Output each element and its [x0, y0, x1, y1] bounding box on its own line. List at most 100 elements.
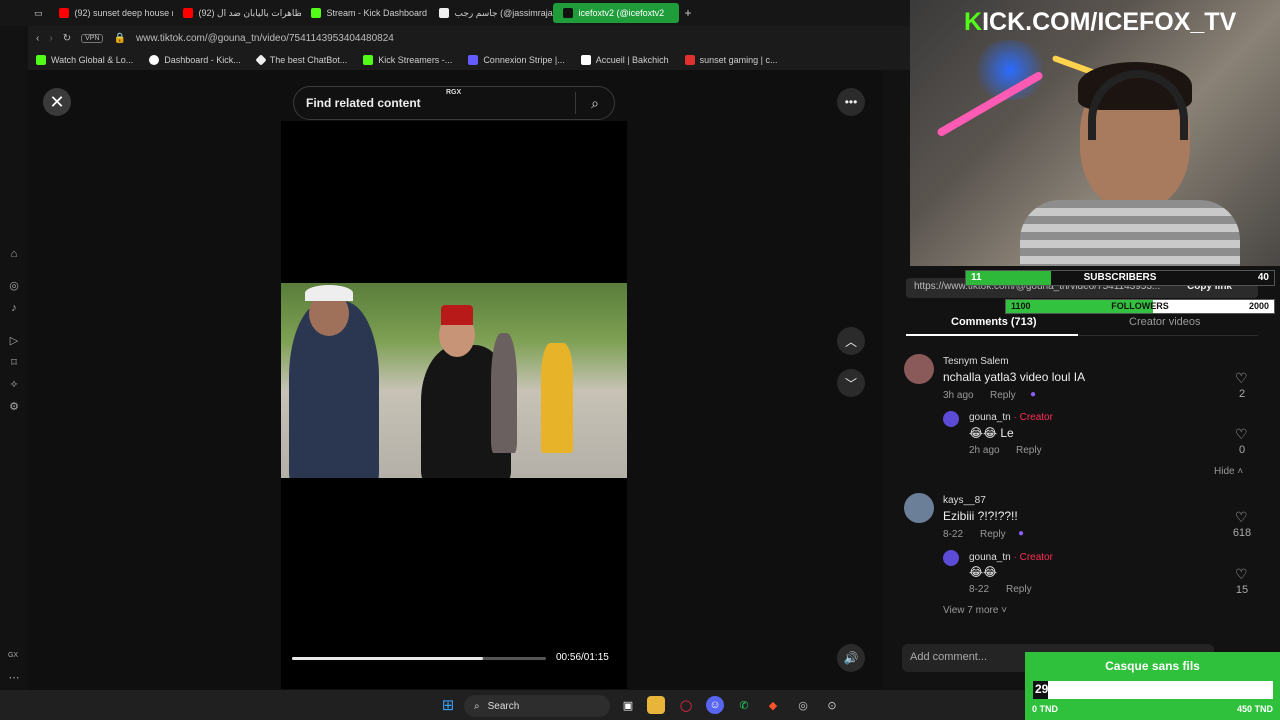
- search-icon: ⌕: [474, 700, 480, 712]
- heart-icon[interactable]: ♡: [1235, 509, 1248, 526]
- video-person-fez: [441, 305, 473, 325]
- rgx-badge: RGX: [446, 89, 462, 96]
- comment-author[interactable]: kays__87: [943, 495, 986, 506]
- comment-time: 3h ago: [943, 390, 974, 401]
- avatar[interactable]: [943, 550, 959, 566]
- pin-icon[interactable]: ⌑: [8, 357, 20, 369]
- player-icon[interactable]: ▷: [8, 335, 20, 347]
- subscribers-current: 11: [971, 272, 982, 283]
- bookmark-item[interactable]: Dashboard - Kick...: [149, 55, 241, 65]
- volume-button[interactable]: 🔊: [837, 644, 865, 672]
- followers-goal-bar: FOLLOWERS 1100 2000: [1005, 299, 1275, 314]
- discord-icon[interactable]: ☺: [706, 696, 724, 714]
- like-count: 2: [1238, 388, 1246, 400]
- browser-tab-5[interactable]: icefoxtv2 (@icefoxtv2: [552, 3, 679, 23]
- next-video-button[interactable]: ﹀: [837, 369, 865, 397]
- url-field[interactable]: www.tiktok.com/@gouna_tn/video/754114395…: [136, 33, 394, 44]
- taskbar-search[interactable]: ⌕ Search: [464, 695, 610, 717]
- comment-author[interactable]: Tesnym Salem: [943, 356, 1009, 367]
- bookmark-item[interactable]: sunset gaming | c...: [684, 55, 777, 65]
- aria-icon[interactable]: ⌂: [8, 248, 20, 260]
- view-more-button[interactable]: View 7 more ˅: [943, 605, 1007, 616]
- browser-sidebar: ◯ ⌂ ◎ ♪ ▷ ⌑ ✧ ⚙ GX ⋯: [0, 0, 28, 690]
- bookmark-item[interactable]: The best ChatBot...: [255, 54, 347, 66]
- browser-tab-2[interactable]: (92) مظاهرات باليابان ضد ال: [173, 3, 301, 23]
- search-input[interactable]: Find related content: [294, 96, 575, 110]
- back-icon[interactable]: ‹: [36, 33, 39, 44]
- youtube-icon: [182, 8, 193, 18]
- more-icon: •••: [844, 95, 858, 109]
- tiktok-icon: [562, 8, 573, 18]
- avatar[interactable]: [943, 411, 959, 427]
- video-frame[interactable]: [281, 283, 627, 478]
- extensions-icon[interactable]: ✧: [8, 379, 20, 391]
- comment-author[interactable]: gouna_tn · Creator: [969, 412, 1053, 423]
- chevron-down-icon: ˅: [1001, 605, 1008, 616]
- chrome-icon[interactable]: ◎: [794, 696, 812, 714]
- browser-tab-1[interactable]: (92) sunset deep house m: [49, 3, 173, 23]
- donation-goal-widget: Casque sans fils 29 0 TND 450 TND: [1025, 652, 1280, 720]
- goal-max: 450 TND: [1236, 704, 1273, 714]
- streamer-shirt: [1020, 200, 1240, 266]
- opera-gx-icon[interactable]: ◯: [677, 696, 695, 714]
- chevron-up-icon: ˄: [1237, 466, 1244, 477]
- progress-bar[interactable]: [292, 657, 546, 660]
- video-time: 00:56/01:15: [556, 652, 609, 663]
- vpn-badge[interactable]: VPN: [81, 33, 104, 43]
- avatar[interactable]: [904, 493, 934, 523]
- reply-button[interactable]: Reply: [1006, 584, 1032, 595]
- brave-icon[interactable]: ◆: [764, 696, 782, 714]
- comment-author[interactable]: gouna_tn · Creator: [969, 552, 1053, 563]
- bookmark-item[interactable]: Connexion Stripe |...: [468, 55, 565, 65]
- avatar[interactable]: [904, 354, 934, 384]
- heart-icon[interactable]: ♡: [1235, 566, 1248, 583]
- bookmark-item[interactable]: Kick Streamers -...: [363, 55, 452, 65]
- comment-text: 😂😂: [969, 565, 998, 579]
- task-view-icon[interactable]: ▣: [619, 696, 637, 714]
- kick-brand-rest: ICK.COM/ICEFOX_TV: [982, 8, 1237, 36]
- video-person-back: [541, 343, 573, 453]
- browser-tab-4[interactable]: جاسم رجب (@jassimrajab): [429, 3, 553, 23]
- heart-icon[interactable]: ♡: [1235, 370, 1248, 387]
- reload-icon[interactable]: ↻: [63, 33, 71, 44]
- like-count: 618: [1232, 527, 1252, 539]
- windows-start-icon[interactable]: ⊞: [439, 696, 457, 714]
- tiktok-icon[interactable]: ♪: [8, 302, 20, 314]
- goal-title: Casque sans fils: [1105, 659, 1200, 673]
- chevron-up-icon: ︿: [844, 334, 857, 349]
- bookmark-icon: [363, 55, 374, 65]
- tab-creator-videos[interactable]: Creator videos: [1129, 316, 1201, 328]
- browser-tab-3[interactable]: Stream - Kick Dashboard: [301, 3, 429, 23]
- reply-button[interactable]: Reply: [1016, 445, 1042, 456]
- hide-replies-button[interactable]: Hide ˄: [1214, 466, 1243, 477]
- tab-label: جاسم رجب (@jassimrajab): [454, 7, 553, 18]
- previous-video-button[interactable]: ︿: [837, 327, 865, 355]
- more-icon[interactable]: ⋯: [8, 672, 20, 684]
- progress-fill: [292, 657, 483, 660]
- tab-label: (92) sunset deep house m: [74, 8, 173, 18]
- kick-k-letter: K: [964, 8, 983, 36]
- instagram-icon[interactable]: ◎: [8, 280, 20, 292]
- close-button[interactable]: ✕: [43, 88, 71, 116]
- file-explorer-icon[interactable]: [647, 696, 665, 714]
- heart-icon[interactable]: ♡: [1235, 426, 1248, 443]
- more-options-button[interactable]: •••: [837, 88, 865, 116]
- tab-strip-icon[interactable]: ▭: [28, 3, 49, 23]
- subscribers-label: SUBSCRIBERS: [1083, 272, 1157, 283]
- app-icon[interactable]: ⊙: [823, 696, 841, 714]
- settings-icon[interactable]: ⚙: [8, 401, 20, 413]
- forward-icon[interactable]: ›: [49, 33, 52, 44]
- bookmark-label: Connexion Stripe |...: [483, 55, 565, 65]
- bookmark-item[interactable]: Accueil | Bakchich: [580, 55, 669, 65]
- bookmark-item[interactable]: Watch Global & Lo...: [36, 55, 133, 65]
- search-icon[interactable]: ⌕: [576, 95, 614, 112]
- whatsapp-icon[interactable]: ✆: [735, 696, 753, 714]
- reply-button[interactable]: Reply: [980, 529, 1006, 540]
- tab-comments[interactable]: Comments (713): [951, 316, 1037, 328]
- view-more-label: View 7 more: [943, 605, 999, 616]
- reply-button[interactable]: Reply: [990, 390, 1016, 401]
- gx-label[interactable]: GX: [6, 650, 20, 662]
- goal-progress-bar: 29: [1033, 681, 1273, 699]
- new-tab-button[interactable]: +: [679, 3, 698, 23]
- creator-liked-icon: ●: [1018, 528, 1025, 539]
